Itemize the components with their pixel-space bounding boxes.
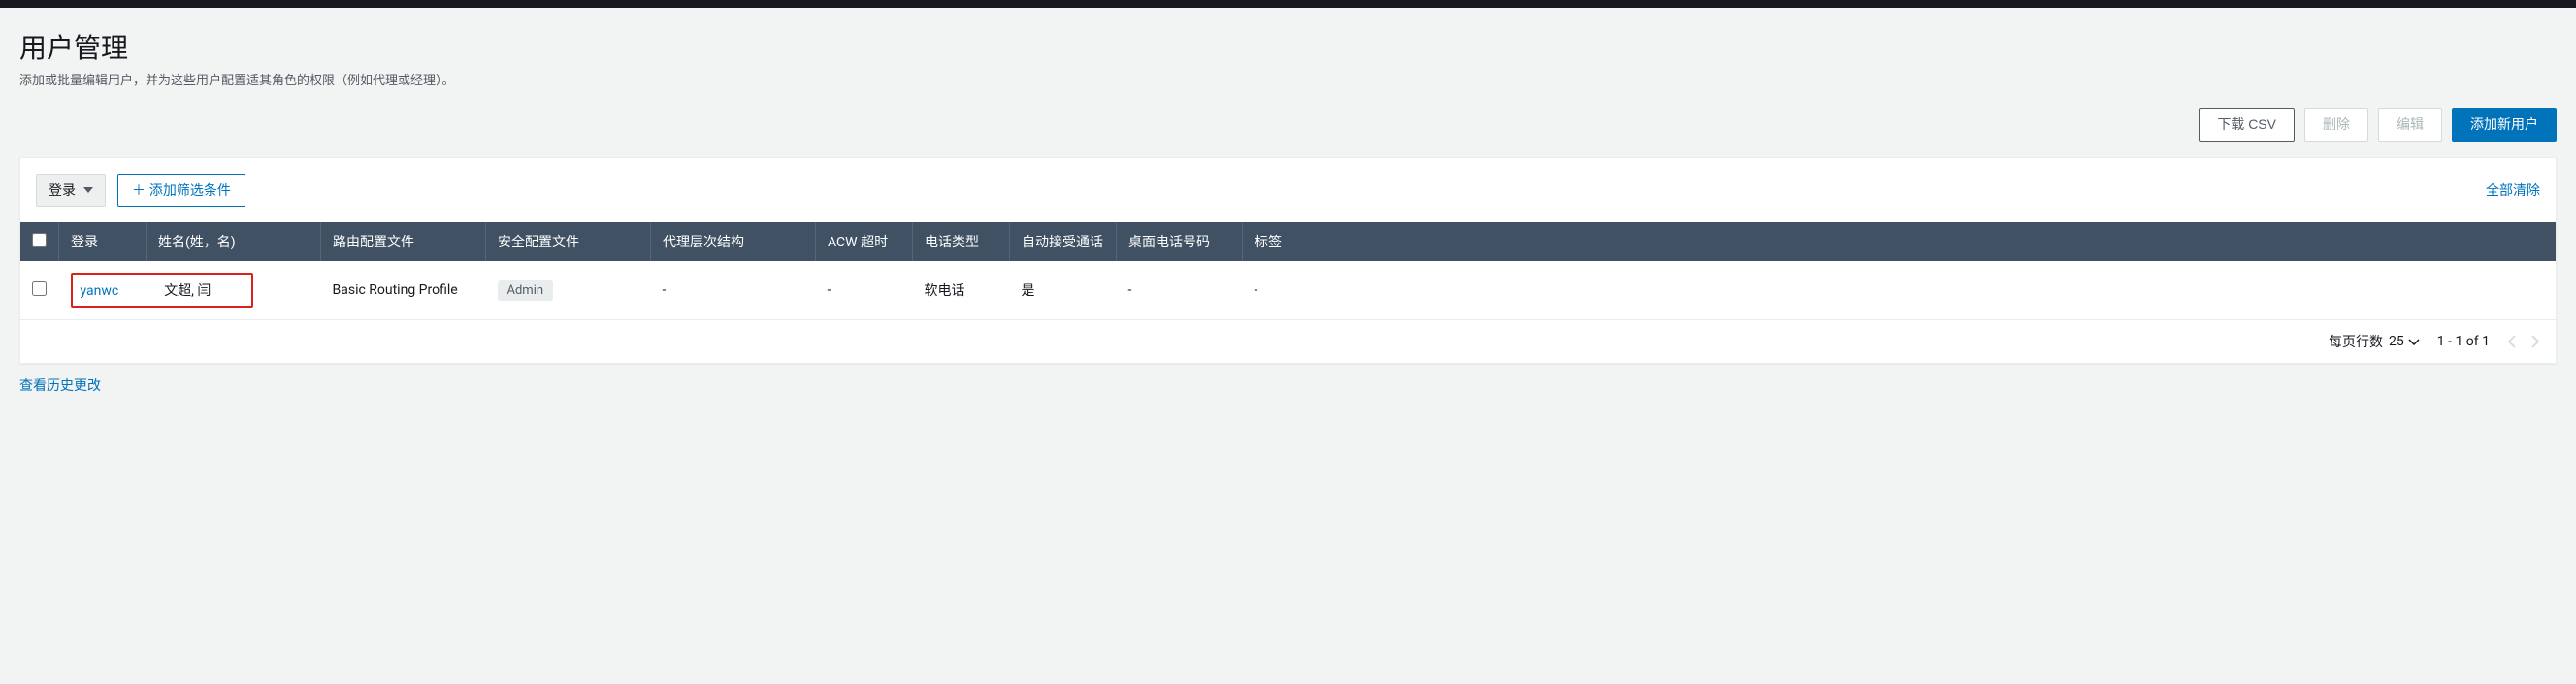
page-title: 用户管理: [19, 27, 2557, 66]
download-csv-button[interactable]: 下载 CSV: [2199, 108, 2295, 142]
per-page-label: 每页行数: [2329, 332, 2383, 351]
header-routing: 路由配置文件: [321, 222, 486, 261]
per-page-value: 25: [2389, 334, 2404, 349]
table-head: 登录 姓名(姓，名) 路由配置文件 安全配置文件 代理层次结构 ACW 超时 电…: [20, 222, 2556, 261]
select-all-checkbox[interactable]: [32, 233, 47, 247]
chevron-down-icon: [2408, 339, 2420, 345]
row-hierarchy: -: [651, 261, 816, 320]
row-name: 文超, 闫: [164, 283, 211, 299]
highlight-box: yanwc 文超, 闫: [71, 273, 253, 308]
row-security-cell: Admin: [486, 261, 651, 320]
select-all-header: [20, 222, 59, 261]
add-user-button[interactable]: 添加新用户: [2452, 108, 2557, 142]
pagination-row: 每页行数 25 1 - 1 of 1: [20, 320, 2556, 363]
security-badge: Admin: [498, 280, 554, 301]
header-name: 姓名(姓，名): [147, 222, 321, 261]
action-row: 下载 CSV 删除 编辑 添加新用户: [19, 108, 2557, 142]
header-tags: 标签: [1243, 222, 2557, 261]
panel-toolbar: 登录 ＋ 添加筛选条件 全部清除: [20, 158, 2556, 222]
row-login-name-cell: yanwc 文超, 闫: [59, 261, 321, 320]
header-auto-accept: 自动接受通话: [1010, 222, 1117, 261]
login-link[interactable]: yanwc: [81, 283, 119, 299]
pagination-range: 1 - 1 of 1: [2437, 334, 2490, 349]
add-filter-button[interactable]: ＋ 添加筛选条件: [117, 174, 245, 207]
row-routing: Basic Routing Profile: [321, 261, 486, 320]
edit-button[interactable]: 编辑: [2378, 108, 2442, 142]
pager-icons: [2507, 335, 2540, 348]
users-panel: 登录 ＋ 添加筛选条件 全部清除 登录 姓名(姓，名) 路由配置文件 安全配置文…: [19, 157, 2557, 364]
row-phone-type: 软电话: [913, 261, 1010, 320]
header-login: 登录: [59, 222, 147, 261]
header-hierarchy: 代理层次结构: [651, 222, 816, 261]
caret-down-icon: [83, 187, 93, 193]
row-checkbox[interactable]: [32, 281, 47, 296]
header-acw: ACW 超时: [816, 222, 913, 261]
table-row: yanwc 文超, 闫 Basic Routing Profile Admin …: [20, 261, 2556, 320]
per-page: 每页行数 25: [2329, 332, 2420, 351]
row-tags: -: [1243, 261, 2557, 320]
header-phone-type: 电话类型: [913, 222, 1010, 261]
row-desk-phone: -: [1117, 261, 1243, 320]
chevron-right-icon: [2531, 335, 2540, 348]
view-history-link[interactable]: 查看历史更改: [19, 375, 101, 395]
table-body: yanwc 文超, 闫 Basic Routing Profile Admin …: [20, 261, 2556, 320]
row-acw: -: [816, 261, 913, 320]
topbar: [0, 0, 2576, 8]
per-page-select[interactable]: 25: [2389, 334, 2420, 349]
login-filter-label: 登录: [49, 180, 76, 200]
next-page-button[interactable]: [2531, 335, 2540, 348]
row-checkbox-cell: [20, 261, 59, 320]
clear-all-link[interactable]: 全部清除: [2486, 180, 2540, 200]
delete-button[interactable]: 删除: [2304, 108, 2368, 142]
users-table: 登录 姓名(姓，名) 路由配置文件 安全配置文件 代理层次结构 ACW 超时 电…: [20, 222, 2556, 320]
page-description: 添加或批量编辑用户，并为这些用户配置适其角色的权限（例如代理或经理）。: [19, 70, 2557, 88]
prev-page-button[interactable]: [2507, 335, 2516, 348]
header-security: 安全配置文件: [486, 222, 651, 261]
page-wrapper: 用户管理 添加或批量编辑用户，并为这些用户配置适其角色的权限（例如代理或经理）。…: [0, 8, 2576, 414]
row-auto-accept: 是: [1010, 261, 1117, 320]
chevron-left-icon: [2507, 335, 2516, 348]
login-filter-dropdown[interactable]: 登录: [36, 174, 106, 207]
header-desk-phone: 桌面电话号码: [1117, 222, 1243, 261]
